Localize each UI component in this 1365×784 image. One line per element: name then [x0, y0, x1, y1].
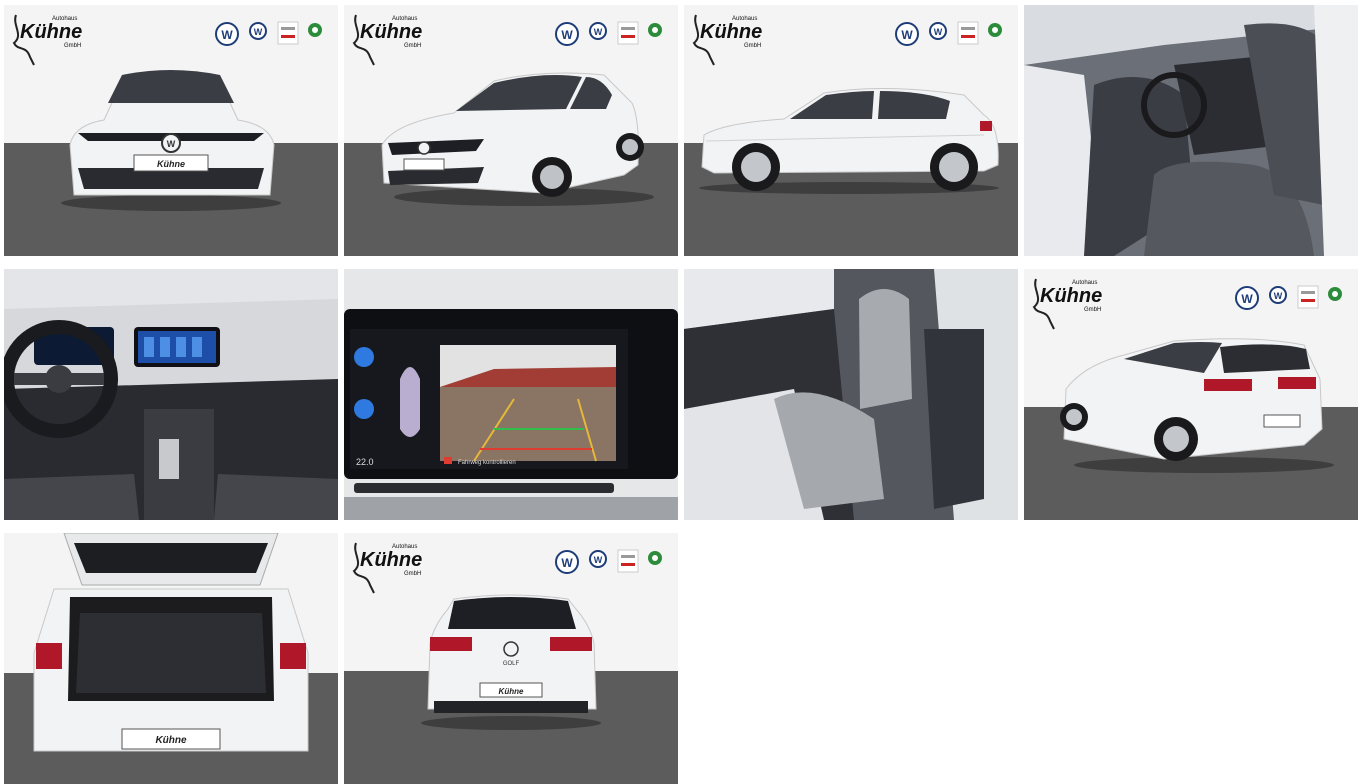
svg-text:GmbH: GmbH — [64, 43, 81, 49]
svg-text:W: W — [221, 28, 233, 42]
svg-text:Kühne: Kühne — [499, 687, 524, 696]
svg-text:GmbH: GmbH — [404, 43, 421, 49]
svg-text:W: W — [934, 27, 943, 37]
svg-text:W: W — [561, 556, 573, 570]
svg-text:W: W — [1241, 292, 1253, 306]
svg-text:W: W — [901, 28, 913, 42]
svg-text:Kühne: Kühne — [20, 21, 82, 43]
svg-text:W: W — [1274, 291, 1283, 301]
svg-text:GmbH: GmbH — [404, 571, 421, 577]
svg-text:W: W — [561, 28, 573, 42]
svg-text:GmbH: GmbH — [744, 43, 761, 49]
gallery-thumbnail-open-trunk[interactable]: Kühne — [4, 533, 338, 784]
gallery-thumbnail-side[interactable]: Kühne Autohaus GmbH W W — [684, 5, 1018, 256]
svg-text:GOLF: GOLF — [503, 661, 520, 667]
svg-text:Autohaus: Autohaus — [52, 16, 77, 22]
svg-text:Autohaus: Autohaus — [732, 16, 757, 22]
gallery-thumbnail-front-seats[interactable] — [1024, 5, 1358, 256]
svg-text:Kühne: Kühne — [360, 21, 422, 43]
svg-text:Autohaus: Autohaus — [392, 16, 417, 22]
gallery-thumbnail-front-three-quarter[interactable]: Kühne Autohaus GmbH W W — [344, 5, 678, 256]
gallery-thumbnail-rear-seats[interactable] — [684, 269, 1018, 520]
gallery-thumbnail-dashboard[interactable] — [4, 269, 338, 520]
svg-text:Fahrweg kontrollieren: Fahrweg kontrollieren — [458, 460, 516, 466]
svg-text:22.0: 22.0 — [356, 457, 374, 467]
svg-text:W: W — [594, 27, 603, 37]
gallery-thumbnail-infotainment[interactable]: 22.0 Fahrweg kontrollieren — [344, 269, 678, 520]
svg-text:W: W — [167, 139, 176, 149]
svg-text:Kühne: Kühne — [155, 735, 187, 746]
gallery-thumbnail-rear-three-quarter[interactable]: Kühne Autohaus GmbH W W — [1024, 269, 1358, 520]
car-rear-view: GOLF Kühne — [421, 594, 601, 730]
svg-text:Autohaus: Autohaus — [392, 544, 417, 550]
gallery-thumbnail-rear[interactable]: Kühne Autohaus GmbH W W GOLF Kühne — [344, 533, 678, 784]
svg-text:Kühne: Kühne — [1040, 285, 1102, 307]
svg-text:Autohaus: Autohaus — [1072, 280, 1097, 286]
gallery-thumbnail-front[interactable]: Kühne Autohaus GmbH W W W Kühne — [4, 5, 338, 256]
svg-text:Kühne: Kühne — [700, 21, 762, 43]
svg-text:Kühne: Kühne — [360, 549, 422, 571]
svg-text:W: W — [254, 27, 263, 37]
svg-text:Kühne: Kühne — [157, 159, 185, 169]
svg-text:W: W — [594, 555, 603, 565]
svg-text:GmbH: GmbH — [1084, 307, 1101, 313]
image-gallery: Kühne Autohaus GmbH W W W Kühne Kühne Au… — [0, 0, 1365, 784]
